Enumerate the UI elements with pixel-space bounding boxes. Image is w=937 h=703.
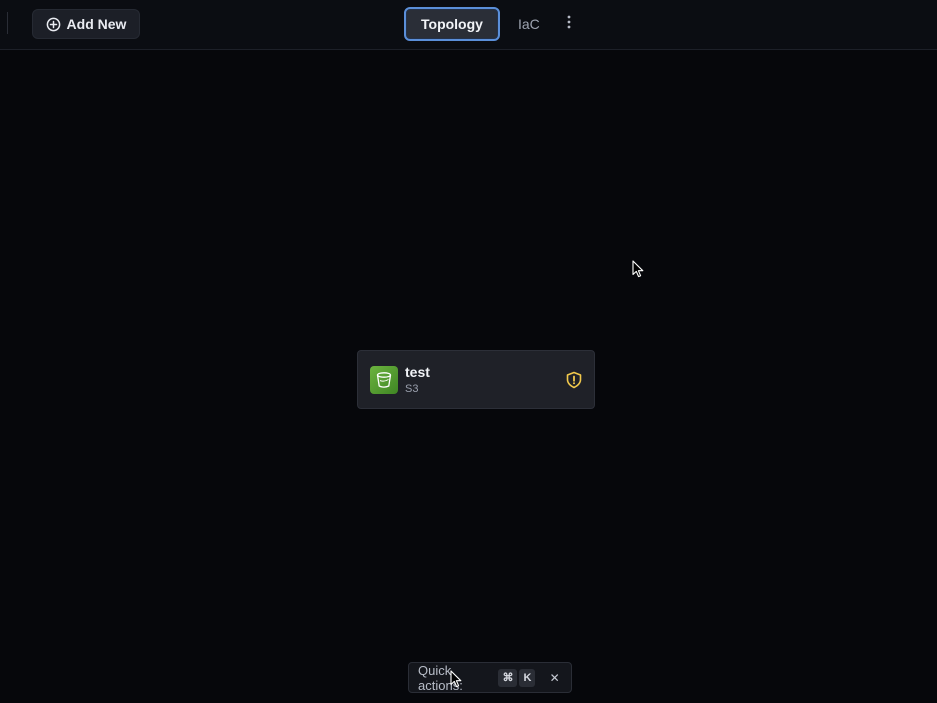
resource-node-s3[interactable]: test S3 (357, 350, 595, 409)
view-tabs: Topology IaC (404, 7, 580, 41)
quick-actions-bar: Quick actions: ⌘ K ✕ (408, 662, 572, 693)
toolbar-divider (7, 12, 8, 34)
add-new-label: Add New (66, 16, 127, 32)
tab-iac[interactable]: IaC (504, 7, 554, 41)
s3-bucket-icon (370, 366, 398, 394)
app-window: Add New Topology IaC test S3 Quick actio… (0, 0, 937, 703)
node-name: test (405, 364, 430, 380)
vertical-dots-icon (567, 15, 571, 34)
shield-warning-icon[interactable] (565, 371, 583, 389)
command-key: ⌘ (498, 668, 518, 687)
top-toolbar: Add New Topology IaC (0, 0, 937, 50)
quick-actions-label: Quick actions: (418, 662, 463, 693)
shortcut-keys: ⌘ K (498, 668, 536, 687)
plus-circle-icon (46, 17, 61, 32)
tab-topology[interactable]: Topology (404, 7, 500, 41)
more-options-button[interactable] (558, 7, 580, 41)
topology-canvas[interactable]: test S3 Quick actions: ⌘ K ✕ (0, 50, 937, 703)
k-key: K (519, 668, 536, 687)
node-type: S3 (405, 383, 419, 395)
close-quick-actions-button[interactable]: ✕ (547, 670, 562, 686)
add-new-button[interactable]: Add New (32, 9, 140, 39)
